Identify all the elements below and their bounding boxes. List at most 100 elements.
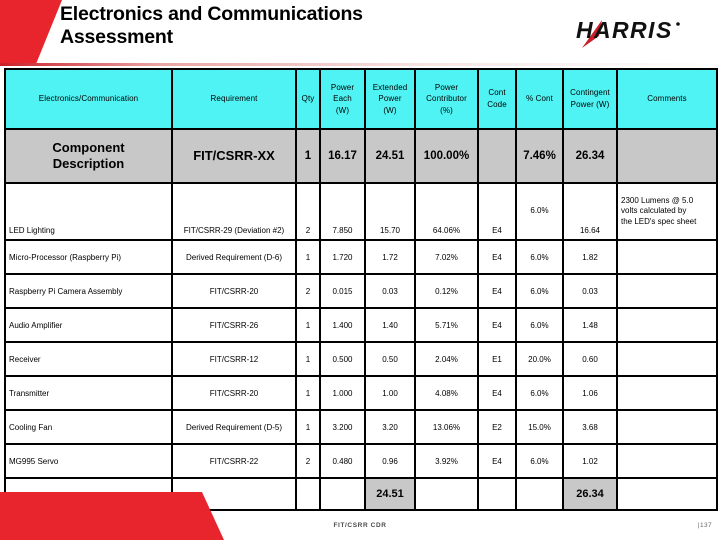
- cell-percent-cont: 6.0%: [515, 273, 564, 309]
- cell-name: Cooling Fan: [4, 409, 173, 445]
- cell-extended-power: 1.00: [364, 375, 416, 411]
- power-assessment-table: Electronics/Communication Requirement Qt…: [4, 68, 718, 511]
- cell-cont-code: E2: [477, 409, 517, 445]
- summary-cell-requirement: FIT/CSRR-XX: [171, 128, 297, 184]
- header-divider-rule: [0, 63, 720, 66]
- table-row: Micro-Processor (Raspberry Pi) Derived Re…: [4, 239, 718, 275]
- svg-text:R: R: [612, 17, 629, 43]
- cell-name: LED Lighting: [4, 182, 173, 241]
- cell-requirement: FIT/CSRR-29 (Deviation #2): [171, 182, 297, 241]
- cell-qty: 1: [295, 375, 321, 411]
- svg-text:R: R: [630, 17, 647, 43]
- cell-requirement: FIT/CSRR-20: [171, 273, 297, 309]
- cell-qty: 1: [295, 409, 321, 445]
- slide-header: Electronics and Communications Assessmen…: [0, 0, 720, 68]
- cell-contingent-power: 1.06: [562, 375, 618, 411]
- column-header-electronics-communication: Electronics/Communication: [4, 68, 173, 130]
- total-cell-contingent-power: 26.34: [562, 477, 618, 511]
- cell-qty: 1: [295, 341, 321, 377]
- cell-qty: 2: [295, 182, 321, 241]
- column-header-requirement: Requirement: [171, 68, 297, 130]
- cell-power-each: 3.200: [319, 409, 366, 445]
- cell-comments: [616, 443, 718, 479]
- cell-contingent-power: 3.68: [562, 409, 618, 445]
- cell-contingent-power: 1.02: [562, 443, 618, 479]
- column-header-comments: Comments: [616, 68, 718, 130]
- total-cell-power-each: [319, 477, 366, 511]
- cell-contingent-power: 1.48: [562, 307, 618, 343]
- cell-comments: [616, 239, 718, 275]
- harris-logo: H A R R I S: [566, 14, 700, 54]
- cell-contingent-power: 0.03: [562, 273, 618, 309]
- table-row: Cooling Fan Derived Requirement (D-5) 1 3.2…: [4, 409, 718, 445]
- table-header-row: Electronics/Communication Requirement Qt…: [4, 68, 718, 130]
- cell-percent-cont: 6.0%: [515, 239, 564, 275]
- column-header-power-each: Power Each (W): [319, 68, 366, 130]
- cell-power-each: 1.400: [319, 307, 366, 343]
- cell-power-contributor: 5.71%: [414, 307, 479, 343]
- cell-requirement: FIT/CSRR-12: [171, 341, 297, 377]
- cell-requirement: FIT/CSRR-26: [171, 307, 297, 343]
- column-header-extended-power: Extended Power (W): [364, 68, 416, 130]
- cell-comments: 2300 Lumens @ 5.0 volts calculated by th…: [616, 182, 718, 241]
- total-cell-cont-code: [477, 477, 517, 511]
- cell-extended-power: 15.70: [364, 182, 416, 241]
- table-summary-row: Component Description FIT/CSRR-XX 1 16.17 24…: [4, 128, 718, 184]
- column-header-percent-cont: % Cont: [515, 68, 564, 130]
- summary-cell-qty: 1: [295, 128, 321, 184]
- page-title: Electronics and Communications Assessmen…: [60, 3, 363, 48]
- summary-cell-power-each: 16.17: [319, 128, 366, 184]
- cell-comments: [616, 341, 718, 377]
- cell-percent-cont: 20.0%: [515, 341, 564, 377]
- table-body: Component Description FIT/CSRR-XX 1 16.17 24…: [4, 128, 718, 511]
- cell-power-each: 0.015: [319, 273, 366, 309]
- svg-text:S: S: [656, 17, 672, 43]
- cell-contingent-power: 0.60: [562, 341, 618, 377]
- cell-name: Transmitter: [4, 375, 173, 411]
- cell-percent-cont: 6.0%: [515, 443, 564, 479]
- summary-cell-cont-code: [477, 128, 517, 184]
- cell-extended-power: 0.96: [364, 443, 416, 479]
- footer-page-number: |137: [697, 522, 712, 529]
- cell-requirement: FIT/CSRR-22: [171, 443, 297, 479]
- cell-comments: [616, 375, 718, 411]
- cell-power-each: 1.000: [319, 375, 366, 411]
- cell-percent-cont: 6.0%: [515, 375, 564, 411]
- cell-name: Micro-Processor (Raspberry Pi): [4, 239, 173, 275]
- column-header-contingent-power: Contingent Power (W): [562, 68, 618, 130]
- table-row: MG995 Servo FIT/CSRR-22 2 0.480 0.96 3.92% E4 6…: [4, 443, 718, 479]
- cell-power-contributor: 3.92%: [414, 443, 479, 479]
- total-cell-power-contributor: [414, 477, 479, 511]
- cell-cont-code: E4: [477, 443, 517, 479]
- total-cell-qty: [295, 477, 321, 511]
- cell-qty: 2: [295, 443, 321, 479]
- cell-percent-cont: 15.0%: [515, 409, 564, 445]
- cell-qty: 1: [295, 307, 321, 343]
- table-row: Raspberry Pi Camera Assembly FIT/CSRR-20 2…: [4, 273, 718, 309]
- summary-cell-power-contributor: 100.00%: [414, 128, 479, 184]
- total-cell-extended-power: 24.51: [364, 477, 416, 511]
- footer-label: FIT/CSRR CDR: [333, 522, 387, 529]
- cell-cont-code: E4: [477, 307, 517, 343]
- cell-power-contributor: 64.06%: [414, 182, 479, 241]
- table-row: Transmitter FIT/CSRR-20 1 1.000 1.00 4.08% E4 6…: [4, 375, 718, 411]
- cell-contingent-power: 16.64: [562, 182, 618, 241]
- summary-cell-contingent-power: 26.34: [562, 128, 618, 184]
- total-cell-comments: [616, 477, 718, 511]
- cell-name: MG995 Servo: [4, 443, 173, 479]
- table-row: Receiver FIT/CSRR-12 1 0.500 0.50 2.04% E1 20.0…: [4, 341, 718, 377]
- column-header-power-contributor: Power Contributor (%): [414, 68, 479, 130]
- table-row: LED Lighting FIT/CSRR-29 (Deviation #2) 2 7…: [4, 182, 718, 241]
- cell-qty: 2: [295, 273, 321, 309]
- cell-cont-code: E4: [477, 239, 517, 275]
- cell-comments: [616, 307, 718, 343]
- cell-cont-code: E4: [477, 375, 517, 411]
- cell-power-each: 7.850: [319, 182, 366, 241]
- cell-power-contributor: 2.04%: [414, 341, 479, 377]
- cell-name: Receiver: [4, 341, 173, 377]
- cell-percent-cont: 6.0%: [515, 182, 564, 241]
- summary-cell-name: Component Description: [4, 128, 173, 184]
- summary-cell-percent-cont: 7.46%: [515, 128, 564, 184]
- cell-power-contributor: 0.12%: [414, 273, 479, 309]
- cell-comments: [616, 409, 718, 445]
